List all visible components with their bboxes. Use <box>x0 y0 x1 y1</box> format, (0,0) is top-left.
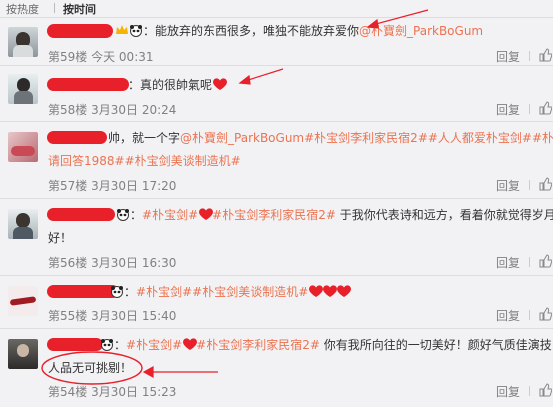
avatar[interactable] <box>8 339 38 369</box>
comment-body: 帅，就一个字 <box>108 131 181 145</box>
comment-meta: 第59楼 今天 00:31 <box>48 48 154 65</box>
avatar[interactable] <box>8 74 38 104</box>
panda-emoji-icon <box>110 285 124 298</box>
heart-emoji-icon <box>336 284 352 297</box>
topic-link[interactable]: #朴宝剑美谈制造机# <box>192 285 308 299</box>
topic-link[interactable]: #朴宝剑李利家民宿2# <box>196 338 320 352</box>
reply-button[interactable]: 回复 <box>496 177 520 194</box>
comment-text: 帅，就一个字@朴寶劍_ParkBoGum#朴宝剑李利家民宿2##人人都爱朴宝剑#… <box>108 130 553 146</box>
comment-body: 于我你代表诗和远方，看着你就觉得岁月 <box>339 208 553 222</box>
action-divider <box>529 386 530 396</box>
comment-text-line2: 好！ <box>48 230 72 246</box>
like-thumb-icon[interactable] <box>538 254 552 268</box>
redacted-username <box>47 285 119 298</box>
topic-link[interactable]: #人人都爱朴宝剑# <box>428 131 532 145</box>
comment-time: 3月30日 15:40 <box>91 309 177 323</box>
heart-emoji-icon <box>308 284 324 297</box>
tab-sort-by-hot[interactable]: 按热度 <box>6 1 39 17</box>
comment-text-line2: 请回答1988##朴宝剑美谈制造机# <box>48 153 241 169</box>
topic-link[interactable]: #朴宝剑# <box>142 208 198 222</box>
comment-meta: 第54楼 3月30日 15:23 <box>48 383 176 400</box>
redacted-username <box>47 78 129 91</box>
action-divider <box>529 51 530 61</box>
like-thumb-icon[interactable] <box>538 307 552 321</box>
floor-number: 第57楼 <box>48 179 88 193</box>
topic-link[interactable]: #朴宝剑# <box>136 285 192 299</box>
comment-row: ：能放弃的东西很多，唯独不能放弃爱你@朴寶劍_ParkBoGum 第59楼 今天… <box>0 18 553 66</box>
panda-emoji-icon <box>129 24 143 37</box>
comment-text: ：能放弃的东西很多，唯独不能放弃爱你@朴寶劍_ParkBoGum <box>115 23 483 39</box>
comment-meta: 第56楼 3月30日 16:30 <box>48 254 176 271</box>
redacted-username <box>47 24 113 38</box>
action-divider <box>529 180 530 190</box>
reply-button[interactable]: 回复 <box>496 383 520 400</box>
floor-number: 第59楼 <box>48 50 88 64</box>
tab-divider <box>54 3 55 13</box>
comment-body-cont: 人品无可挑剔！ <box>48 361 133 375</box>
comment-body: ：能放弃的东西很多，唯独不能放弃爱你 <box>143 24 360 38</box>
heart-emoji-icon <box>212 77 227 90</box>
comment-body: ：真的很帥氣呢 <box>128 78 213 92</box>
comment-time: 3月30日 16:30 <box>91 256 177 270</box>
reply-button[interactable]: 回复 <box>496 307 520 324</box>
reply-button[interactable]: 回复 <box>496 254 520 271</box>
mention-link[interactable]: @朴寶劍_ParkBoGum <box>359 24 483 38</box>
topic-link[interactable]: #朴宝 <box>532 131 553 145</box>
comment-row: ：真的很帥氣呢 第58楼 3月30日 20:24 回复 <box>0 66 553 122</box>
comment-meta: 第57楼 3月30日 17:20 <box>48 177 176 194</box>
comment-body-cont: 好！ <box>48 231 73 245</box>
like-thumb-icon[interactable] <box>538 177 552 191</box>
comment-meta: 第55楼 3月30日 15:40 <box>48 307 176 324</box>
heart-emoji-icon <box>198 207 214 220</box>
comment-time: 今天 00:31 <box>91 50 154 64</box>
comment-row: ：#朴宝剑# #朴宝剑李利家民宿2# 你有我所向往的一切美好！颜好气质佳演技 人品… <box>0 329 553 407</box>
like-thumb-icon[interactable] <box>538 48 552 62</box>
topic-link[interactable]: #朴宝剑李利家民宿2# <box>304 131 428 145</box>
comment-row: ：#朴宝剑##朴宝剑美谈制造机# 第55楼 3月30日 15:40 回复 <box>0 276 553 329</box>
floor-number: 第54楼 <box>48 385 88 399</box>
floor-number: 第55楼 <box>48 309 88 323</box>
comment-text: ：#朴宝剑# #朴宝剑李利家民宿2# 于我你代表诗和远方，看着你就觉得岁月 <box>116 207 553 223</box>
topic-link[interactable]: #朴宝剑# <box>126 338 182 352</box>
sort-tabs: 按热度 按时间 <box>0 0 553 18</box>
crown-icon <box>115 24 129 37</box>
comment-meta: 第58楼 3月30日 20:24 <box>48 101 176 118</box>
comment-time: 3月30日 20:24 <box>91 103 177 117</box>
comment-row: ：#朴宝剑# #朴宝剑李利家民宿2# 于我你代表诗和远方，看着你就觉得岁月 好！ … <box>0 199 553 276</box>
like-thumb-icon[interactable] <box>538 101 552 115</box>
like-thumb-icon[interactable] <box>538 383 552 397</box>
action-divider <box>529 257 530 267</box>
floor-number: 第58楼 <box>48 103 88 117</box>
comment-time: 3月30日 15:23 <box>91 385 177 399</box>
heart-emoji-icon <box>322 284 338 297</box>
topic-link[interactable]: #朴宝剑李利家民宿2# <box>212 208 336 222</box>
reply-button[interactable]: 回复 <box>496 101 520 118</box>
avatar[interactable] <box>8 209 38 239</box>
mention-link[interactable]: @朴寶劍_ParkBoGum <box>180 131 304 145</box>
comment-body: 你有我所向往的一切美好！颜好气质佳演技 <box>323 338 552 352</box>
panda-emoji-icon <box>100 338 114 351</box>
comment-time: 3月30日 17:20 <box>91 179 177 193</box>
redacted-username <box>47 338 103 351</box>
panda-emoji-icon <box>116 208 130 221</box>
reply-button[interactable]: 回复 <box>496 48 520 65</box>
topic-link[interactable]: #朴宝剑美谈制造机# <box>125 154 241 168</box>
redacted-username <box>47 131 107 144</box>
floor-number: 第56楼 <box>48 256 88 270</box>
redacted-username <box>47 208 115 221</box>
action-divider <box>529 310 530 320</box>
action-divider <box>529 104 530 114</box>
avatar[interactable] <box>8 132 38 162</box>
avatar[interactable] <box>8 27 38 57</box>
comment-text-line2: 人品无可挑剔！ <box>48 360 132 376</box>
comment-text: ：真的很帥氣呢 <box>128 77 227 93</box>
tab-sort-by-time[interactable]: 按时间 <box>63 1 96 17</box>
comment-text: ：#朴宝剑##朴宝剑美谈制造机# <box>110 284 352 300</box>
comment-row: 帅，就一个字@朴寶劍_ParkBoGum#朴宝剑李利家民宿2##人人都爱朴宝剑#… <box>0 122 553 199</box>
avatar[interactable] <box>8 286 38 316</box>
heart-emoji-icon <box>182 337 198 350</box>
comment-text: ：#朴宝剑# #朴宝剑李利家民宿2# 你有我所向往的一切美好！颜好气质佳演技 <box>100 337 552 353</box>
topic-link[interactable]: 请回答1988# <box>48 154 125 168</box>
